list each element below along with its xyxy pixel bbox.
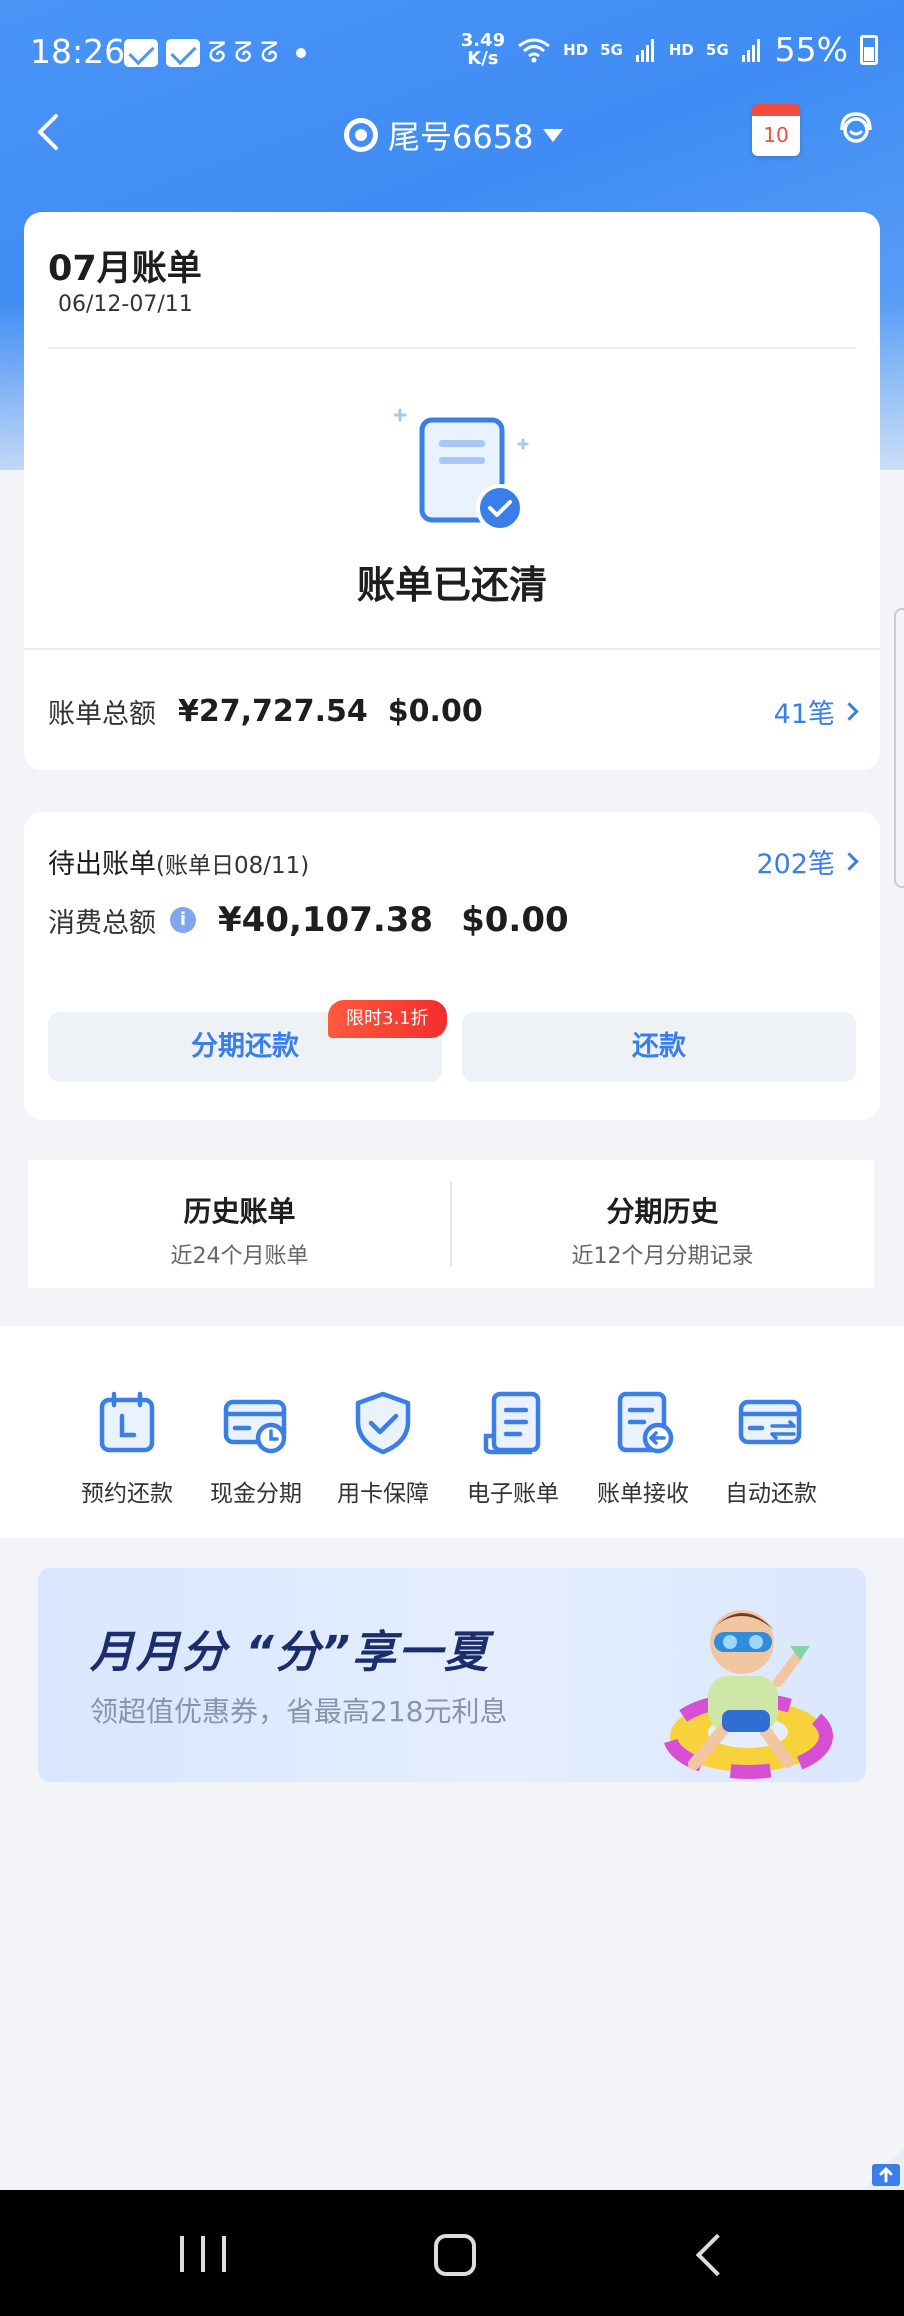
app-notification-icon: ᘔ	[234, 36, 253, 69]
notification-icons: ᘔ ᘔ ᘔ	[124, 36, 307, 70]
banner-subtitle: 领超值优惠券，省最高218元利息	[90, 1695, 508, 1728]
account-selector[interactable]: 尾号6658	[344, 112, 564, 158]
recent-apps-icon[interactable]	[180, 2236, 226, 2272]
tool-label: 用卡保障	[337, 1481, 429, 1507]
tool-cash-installment[interactable]: 现金分期	[193, 1390, 319, 1508]
bill-total-usd: $0.00	[387, 693, 483, 729]
app-notification-icon: ᘔ	[208, 36, 227, 69]
tool-label: 现金分期	[210, 1481, 302, 1507]
status-indicators: 3.49 K/s HD 5G HD 5G 55%	[461, 30, 878, 69]
speed-value: 3.49	[460, 29, 506, 51]
hd-label: HD	[563, 40, 589, 59]
hd-label: HD	[668, 40, 694, 59]
bill-history-title: 历史账单	[183, 1195, 296, 1228]
consume-total-rmb: ¥40,107.38	[218, 900, 434, 940]
tool-label: 自动还款	[725, 1481, 817, 1507]
status-bar: 18:26 ᘔ ᘔ ᘔ 3.49 K/s HD 5G HD 5G 55%	[0, 0, 904, 104]
5g-label: 5G	[705, 40, 729, 59]
caret-down-icon	[543, 128, 564, 142]
divider	[48, 347, 856, 349]
battery-icon	[860, 34, 878, 65]
consume-total-usd: $0.00	[461, 900, 569, 940]
network-speed: 3.49 K/s	[460, 29, 506, 69]
mail-icon	[124, 39, 158, 67]
home-icon[interactable]	[434, 2234, 476, 2276]
system-nav-bar	[0, 2190, 904, 2316]
5g-label: 5G	[600, 40, 623, 59]
pending-title-text: 待出账单	[48, 849, 156, 880]
calendar-l-icon	[99, 1391, 155, 1453]
tool-label: 预约还款	[81, 1481, 173, 1507]
banner-title: 月月分 “分”享一夏	[90, 1627, 490, 1678]
bill-history-subtitle: 近24个月账单	[170, 1244, 309, 1269]
bill-total-rmb: ¥27,727.54	[178, 693, 368, 729]
document-arrow-icon	[617, 1391, 674, 1454]
pending-transactions-count: 202笔	[756, 849, 835, 880]
history-card: 历史账单 近24个月账单 分期历史 近12个月分期记录	[28, 1160, 874, 1288]
consume-total-row: 消费总额 i ¥40,107.38 $0.00	[48, 900, 569, 940]
calendar-icon[interactable]: 10	[752, 104, 800, 156]
info-icon[interactable]: i	[170, 907, 196, 933]
chevron-right-icon	[840, 852, 859, 871]
more-notifications-dot	[296, 48, 307, 58]
bill-history-entry[interactable]: 历史账单 近24个月账单	[28, 1190, 451, 1270]
consume-total-label: 消费总额	[48, 907, 156, 939]
bill-total-label: 账单总额	[48, 698, 156, 730]
document-icon	[483, 1391, 541, 1455]
bill-status: 账单已还清	[356, 563, 547, 607]
tool-card-protection[interactable]: 用卡保障	[320, 1390, 446, 1508]
bill-date-range: 06/12-07/11	[58, 292, 193, 317]
signal-icon	[741, 38, 760, 62]
mail-icon	[166, 39, 200, 67]
installment-history-entry[interactable]: 分期历史 近12个月分期记录	[451, 1190, 874, 1270]
card-clock-icon	[223, 1399, 287, 1454]
repay-button[interactable]: 还款	[462, 1012, 856, 1082]
wifi-icon	[518, 38, 551, 62]
signal-icon	[635, 38, 654, 62]
tool-ebill-reissue[interactable]: 电子账单补发	[450, 1390, 576, 1514]
tool-label: 账单接收方式	[597, 1481, 689, 1507]
bill-transactions-link[interactable]: 41笔	[773, 692, 859, 731]
bill-paid-icon	[394, 408, 529, 532]
back-arrow-icon[interactable]	[26, 104, 76, 160]
battery-percent: 55%	[774, 30, 848, 69]
pending-statement-date: (账单日08/11)	[156, 853, 310, 879]
promo-badge: 限时3.1折	[328, 1000, 447, 1038]
monthly-bill-card: 07月账单 06/12-07/11 账单已还清 账单总额 ¥27,727.54 …	[24, 212, 880, 770]
divider	[24, 648, 880, 650]
installment-history-subtitle: 近12个月分期记录	[571, 1244, 754, 1269]
bill-transactions-count: 41笔	[773, 698, 835, 730]
speed-unit: K/s	[467, 47, 499, 69]
promo-banner[interactable]: 月月分 “分”享一夏 领超值优惠券，省最高218元利息	[38, 1568, 866, 1782]
bill-title: 07月账单	[48, 249, 202, 289]
app-notification-icon: ᘔ	[260, 36, 279, 69]
shield-check-icon	[355, 1391, 411, 1455]
pending-bill-card: 待出账单(账单日08/11) 202笔 消费总额 i ¥40,107.38 $0…	[24, 812, 880, 1120]
tool-label: 电子账单补发	[467, 1481, 559, 1507]
pending-bill-title: 待出账单(账单日08/11)	[48, 842, 309, 881]
bill-total-row: 账单总额 ¥27,727.54 $0.00 41笔	[48, 686, 859, 736]
system-back-icon[interactable]	[695, 2233, 739, 2277]
customer-service-icon[interactable]	[834, 106, 878, 150]
tool-bill-delivery[interactable]: 账单接收方式	[580, 1390, 706, 1514]
tool-auto-repay[interactable]: 自动还款	[708, 1390, 834, 1508]
tools-grid: 预约还款 现金分期 用卡保障 电子账单补发	[0, 1326, 904, 1538]
scroll-top-icon[interactable]	[858, 2148, 904, 2194]
top-nav: 尾号6658 10	[0, 104, 904, 204]
status-time: 18:26	[30, 32, 126, 71]
chevron-right-icon	[840, 701, 859, 721]
account-label: 尾号6658	[388, 118, 534, 156]
summer-character-illustration	[663, 1610, 833, 1779]
pending-transactions-link[interactable]: 202笔	[756, 842, 859, 881]
card-sync-icon	[738, 1399, 802, 1445]
bank-logo-icon	[344, 118, 378, 152]
installment-history-title: 分期历史	[606, 1195, 719, 1228]
tool-scheduled-repay[interactable]: 预约还款	[64, 1390, 190, 1508]
side-drawer-handle[interactable]	[894, 608, 904, 888]
